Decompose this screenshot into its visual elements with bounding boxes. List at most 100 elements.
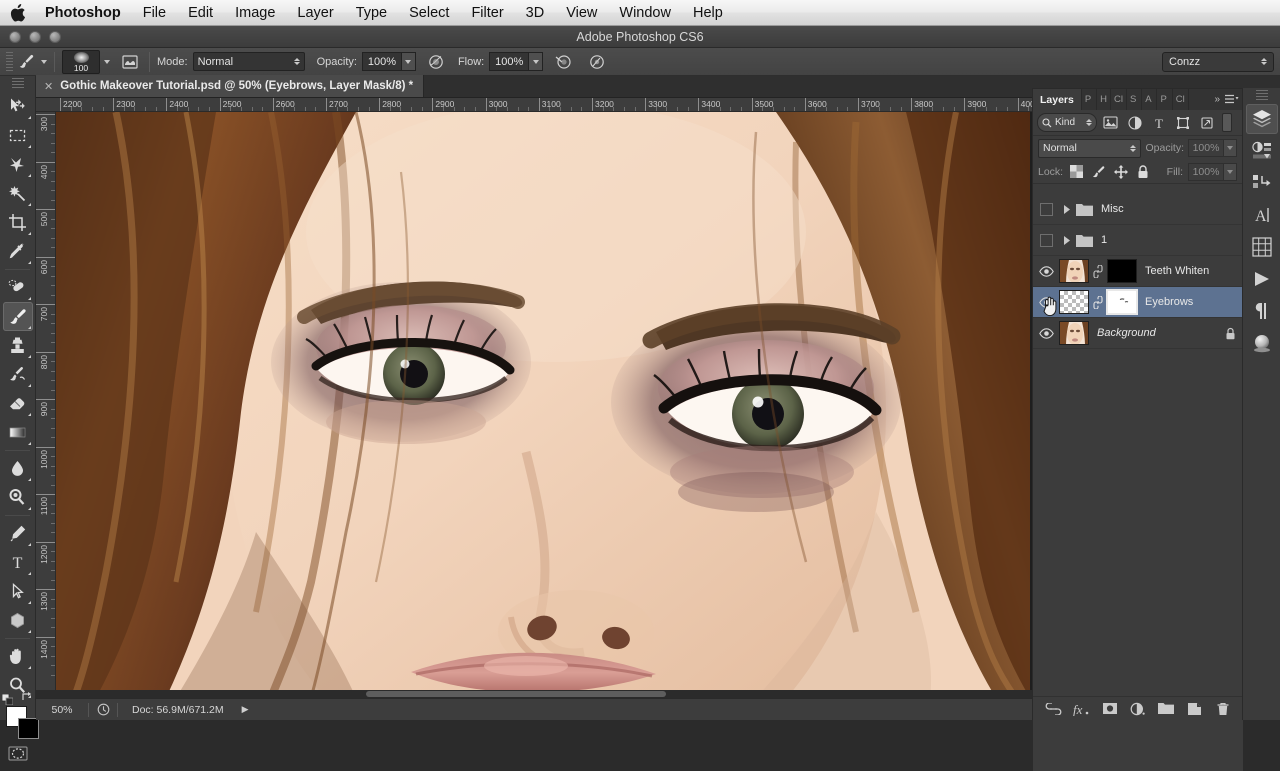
workspace-switcher[interactable]: Conzz xyxy=(1162,51,1274,72)
layer-row-background[interactable]: Background xyxy=(1033,318,1243,349)
smart-object-filter-icon[interactable] xyxy=(1196,113,1217,133)
tablet-pressure-opacity-icon[interactable] xyxy=(424,51,448,73)
layer-thumbnails-background[interactable] xyxy=(1059,321,1089,345)
layer-name-background[interactable]: Background xyxy=(1089,327,1156,339)
eyedropper-tool[interactable] xyxy=(3,237,33,266)
brush-preset-picker[interactable]: 100 xyxy=(62,49,100,74)
dodge-tool[interactable] xyxy=(3,483,33,512)
tab-paths-2[interactable]: P xyxy=(1157,89,1173,110)
opacity-control[interactable]: 100% xyxy=(361,52,416,71)
panel-menu-icon[interactable] xyxy=(1225,89,1239,110)
link-layers-button[interactable] xyxy=(1043,699,1063,719)
shape-tool[interactable] xyxy=(3,606,33,635)
rectangular-marquee-tool[interactable] xyxy=(3,121,33,150)
timeline-dock-button[interactable] xyxy=(1246,264,1278,294)
tab-channels[interactable]: Cl xyxy=(1111,89,1127,110)
vertical-ruler[interactable]: 300 400 500 600 700 800 900 1000 1100 1200 1300 140… xyxy=(36,112,56,698)
group-visibility-checkbox[interactable] xyxy=(1039,202,1053,216)
tab-actions[interactable]: A xyxy=(1142,89,1158,110)
link-icon[interactable] xyxy=(1092,295,1104,309)
clone-stamp-tool[interactable] xyxy=(3,331,33,360)
eraser-tool[interactable] xyxy=(3,389,33,418)
layer-row-eyebrows[interactable]: Eyebrows xyxy=(1033,287,1243,318)
add-layer-mask-button[interactable] xyxy=(1100,699,1120,719)
type-filter-icon[interactable]: T xyxy=(1148,113,1169,133)
magic-wand-tool[interactable] xyxy=(3,179,33,208)
brush-tool[interactable] xyxy=(2,302,33,331)
pixel-filter-icon[interactable] xyxy=(1100,113,1121,133)
layer-fill-control[interactable]: 100% xyxy=(1188,162,1237,181)
maximize-window-button[interactable] xyxy=(49,30,61,43)
layer-opacity-value[interactable]: 100% xyxy=(1188,139,1224,157)
layer-blend-mode-select[interactable]: Normal xyxy=(1038,138,1142,158)
scrollbar-thumb[interactable] xyxy=(366,691,666,697)
hand-tool[interactable] xyxy=(3,642,33,671)
background-color-swatch[interactable] xyxy=(18,718,39,739)
os-menu-item-layer[interactable]: Layer xyxy=(286,5,344,21)
crop-tool[interactable] xyxy=(3,208,33,237)
default-colors-icon[interactable] xyxy=(1,692,14,706)
layer-thumbnails-teeth-whiten[interactable] xyxy=(1059,259,1137,283)
brush-panel-icon[interactable] xyxy=(118,51,142,73)
blend-mode-select[interactable]: Normal xyxy=(192,52,305,71)
minimize-window-button[interactable] xyxy=(29,30,41,43)
double-chevron-right-icon[interactable]: » xyxy=(1214,89,1220,110)
swatches-dock-button[interactable] xyxy=(1246,232,1278,262)
options-bar-grip[interactable] xyxy=(3,51,15,72)
link-icon[interactable] xyxy=(1092,264,1104,278)
canvas-horizontal-scrollbar[interactable] xyxy=(36,690,1032,698)
swap-colors-icon[interactable] xyxy=(21,691,33,706)
delete-layer-button[interactable] xyxy=(1213,699,1233,719)
blur-tool[interactable] xyxy=(3,454,33,483)
apple-logo-icon[interactable] xyxy=(0,3,34,22)
flow-value[interactable]: 100% xyxy=(489,52,530,71)
opacity-dropdown-icon[interactable] xyxy=(401,52,416,71)
new-layer-button[interactable] xyxy=(1185,699,1205,719)
brush-tool-indicator-icon[interactable] xyxy=(15,52,37,72)
os-menu-item-filter[interactable]: Filter xyxy=(460,5,514,21)
brush-preset-caret-icon[interactable] xyxy=(104,59,110,64)
layer-visibility-toggle-teeth-whiten[interactable] xyxy=(1033,256,1059,287)
os-menu-item-help[interactable]: Help xyxy=(682,5,734,21)
layer-row-teeth-whiten[interactable]: Teeth Whiten xyxy=(1033,256,1243,287)
history-dock-button[interactable] xyxy=(1246,168,1278,198)
layer-row-1[interactable]: 1 xyxy=(1033,225,1243,256)
tablet-pressure-size-icon[interactable] xyxy=(585,51,609,73)
new-adjustment-layer-button[interactable] xyxy=(1128,699,1148,719)
layer-visibility-toggle-eyebrows[interactable] xyxy=(1033,287,1059,318)
quick-mask-icon[interactable] xyxy=(7,744,29,762)
shape-filter-icon[interactable] xyxy=(1172,113,1193,133)
os-menu-item-image[interactable]: Image xyxy=(224,5,286,21)
layer-name-1[interactable]: 1 xyxy=(1093,234,1107,246)
move-tool[interactable] xyxy=(3,92,33,121)
os-menu-item-edit[interactable]: Edit xyxy=(177,5,224,21)
layer-visibility-toggle-1[interactable] xyxy=(1033,225,1059,256)
layer-opacity-dropdown-icon[interactable] xyxy=(1224,139,1237,157)
new-group-button[interactable] xyxy=(1156,699,1176,719)
color-dock-button[interactable] xyxy=(1246,328,1278,358)
layer-style-button[interactable]: fx xyxy=(1071,699,1091,719)
os-menu-item-file[interactable]: File xyxy=(132,5,177,21)
adjustment-filter-icon[interactable] xyxy=(1124,113,1145,133)
document-info-icon[interactable] xyxy=(89,703,117,716)
layer-thumbnails-eyebrows[interactable] xyxy=(1059,289,1138,315)
layer-thumbnail[interactable] xyxy=(1059,321,1089,345)
flow-dropdown-icon[interactable] xyxy=(529,52,544,71)
tab-styles[interactable]: S xyxy=(1127,89,1143,110)
brush-tool-preset-caret-icon[interactable] xyxy=(41,59,47,64)
lock-all-icon[interactable] xyxy=(1134,163,1151,181)
layer-visibility-toggle-misc[interactable] xyxy=(1033,194,1059,225)
tab-history[interactable]: H xyxy=(1097,89,1111,110)
status-bar-expand-arrow[interactable]: ▶ xyxy=(242,704,249,715)
group-visibility-checkbox[interactable] xyxy=(1039,233,1053,247)
pen-tool[interactable] xyxy=(3,519,33,548)
os-menu-item-view[interactable]: View xyxy=(555,5,608,21)
zoom-level-field[interactable]: 50% xyxy=(36,704,88,716)
close-icon[interactable]: ✕ xyxy=(44,80,53,93)
dock-grip[interactable] xyxy=(1255,90,1268,102)
lock-position-icon[interactable] xyxy=(1112,163,1129,181)
os-menu-item-photoshop[interactable]: Photoshop xyxy=(34,5,132,21)
layers-dock-button[interactable] xyxy=(1245,104,1278,134)
group-disclosure-misc[interactable] xyxy=(1059,204,1075,214)
history-brush-tool[interactable] xyxy=(3,360,33,389)
